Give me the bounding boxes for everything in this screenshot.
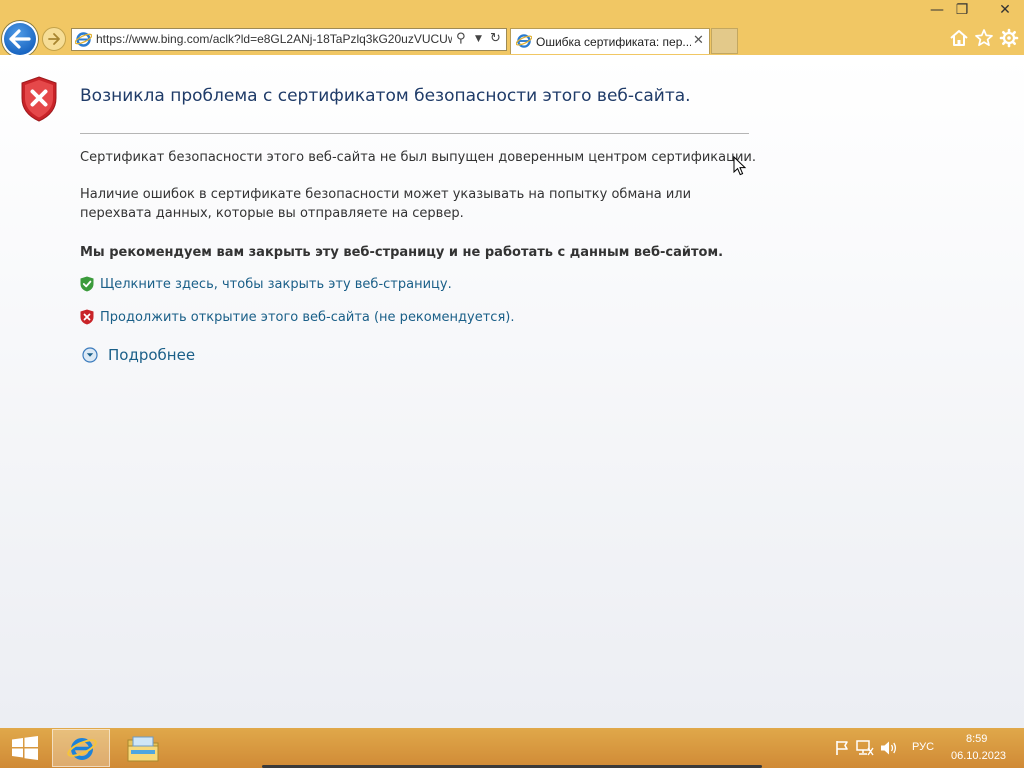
search-icon[interactable]: ⚲ [456, 31, 466, 46]
taskbar-internet-explorer[interactable] [52, 729, 110, 767]
close-window-button[interactable]: ✕ [986, 0, 1024, 20]
close-page-link-label[interactable]: Щелкните здесь, чтобы закрыть эту веб-ст… [100, 277, 452, 292]
language-indicator[interactable]: РУС [912, 741, 934, 753]
browser-chrome: — ❐ ✕ https://www.bing.com/aclk?ld=e8GL2… [0, 0, 1024, 57]
refresh-icon[interactable]: ↻ [490, 31, 501, 46]
page-title: Возникла проблема с сертификатом безопас… [80, 86, 691, 106]
ie-site-icon [75, 32, 92, 47]
back-button[interactable] [2, 21, 38, 57]
favorites-star-icon[interactable] [974, 28, 994, 48]
internet-explorer-icon [67, 738, 97, 760]
tab-certificate-error[interactable]: Ошибка сертификата: пер... ✕ [510, 28, 710, 54]
chevron-down-circle-icon [82, 347, 98, 363]
gear-icon[interactable] [999, 28, 1019, 48]
shield-ok-icon [80, 276, 94, 292]
recommendation-text: Мы рекомендуем вам закрыть эту веб-стран… [80, 245, 724, 260]
action-center-flag-icon[interactable] [834, 740, 850, 756]
divider [80, 133, 749, 134]
home-icon[interactable] [949, 28, 969, 48]
clock-time[interactable]: 8:59 [966, 733, 987, 745]
windows-logo-icon [12, 736, 38, 760]
mouse-cursor-icon [733, 156, 747, 176]
certificate-warning-text: Наличие ошибок в сертификате безопасност… [80, 187, 692, 221]
certificate-error-page: Возникла проблема с сертификатом безопас… [0, 55, 1024, 728]
tab-title: Ошибка сертификата: пер... [536, 35, 691, 49]
more-info-label[interactable]: Подробнее [108, 346, 195, 364]
tab-close-icon[interactable]: ✕ [693, 33, 704, 48]
certificate-issuer-text: Сертификат безопасности этого веб-сайта … [80, 150, 757, 165]
network-icon[interactable] [856, 740, 874, 756]
restore-button[interactable]: ❐ [948, 0, 976, 20]
url-text[interactable]: https://www.bing.com/aclk?ld=e8GL2ANj-18… [96, 32, 452, 46]
chevron-down-icon[interactable]: ▼ [475, 34, 482, 44]
taskbar-file-explorer[interactable] [114, 729, 172, 767]
new-tab-button[interactable] [711, 28, 738, 54]
taskbar: РУС 8:59 06.10.2023 [0, 728, 1024, 768]
address-bar[interactable]: https://www.bing.com/aclk?ld=e8GL2ANj-18… [71, 28, 507, 51]
start-button[interactable] [0, 728, 50, 768]
minimize-button[interactable]: — [923, 0, 951, 20]
forward-button[interactable] [42, 27, 66, 51]
shield-error-icon [21, 76, 57, 122]
shield-error-small-icon [80, 309, 94, 325]
arrow-left-icon [9, 29, 31, 49]
volume-icon[interactable] [880, 740, 898, 756]
continue-to-site-link-label[interactable]: Продолжить открытие этого веб-сайта (не … [100, 310, 514, 325]
folder-icon [127, 736, 159, 762]
arrow-right-icon [48, 33, 60, 45]
ie-tab-icon [516, 34, 532, 48]
clock-date[interactable]: 06.10.2023 [951, 750, 1006, 762]
